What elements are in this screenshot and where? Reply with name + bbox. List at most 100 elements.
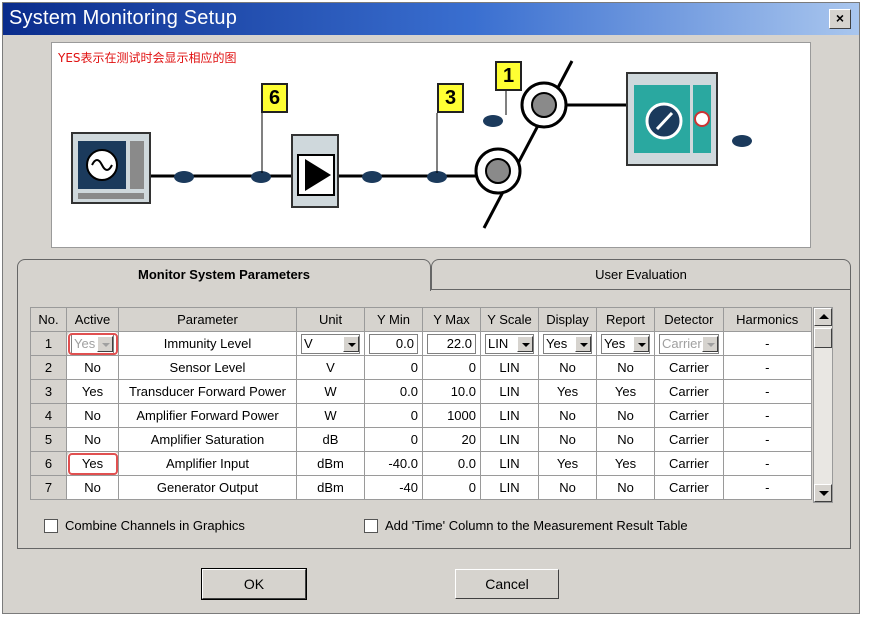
parameter-cell[interactable]: Transducer Forward Power: [118, 379, 297, 404]
table-row[interactable]: 5 No Amplifier Saturation dB 0 20 LIN No…: [30, 427, 812, 452]
active-cell[interactable]: Yes: [66, 331, 119, 356]
col-header[interactable]: Harmonics: [722, 307, 812, 332]
chevron-down-icon[interactable]: [701, 335, 718, 352]
parameter-cell[interactable]: Amplifier Input: [118, 451, 297, 476]
detector-cell[interactable]: Carrier: [654, 451, 724, 476]
active-cell[interactable]: Yes: [66, 451, 119, 476]
ymax-cell[interactable]: 0: [422, 355, 481, 380]
col-header[interactable]: No.: [30, 307, 67, 332]
ymin-input[interactable]: 0.0: [369, 333, 418, 354]
add-time-column-checkbox[interactable]: [364, 518, 378, 533]
harmonics-cell[interactable]: -: [722, 427, 812, 452]
display-cell[interactable]: No: [538, 403, 597, 428]
ymax-cell[interactable]: 22.0: [422, 331, 481, 356]
display-cell[interactable]: No: [538, 475, 597, 500]
ymax-input[interactable]: 22.0: [427, 333, 476, 354]
detector-cell[interactable]: Carrier: [654, 475, 724, 500]
yscale-cell[interactable]: LIN: [480, 331, 539, 356]
ymax-cell[interactable]: 1000: [422, 403, 481, 428]
chevron-down-icon[interactable]: [97, 335, 113, 352]
table-row[interactable]: 1 Yes Immunity Level V 0.0 22.0 LIN Yes …: [30, 331, 812, 356]
yscale-dropdown[interactable]: LIN: [485, 333, 534, 354]
scroll-down-button[interactable]: [814, 484, 832, 502]
col-header[interactable]: Unit: [296, 307, 365, 332]
report-cell[interactable]: No: [596, 403, 655, 428]
harmonics-cell[interactable]: -: [722, 355, 812, 380]
active-cell[interactable]: No: [66, 403, 119, 428]
cancel-button[interactable]: Cancel: [455, 569, 559, 599]
col-header[interactable]: Detector: [654, 307, 724, 332]
ok-button[interactable]: OK: [201, 568, 307, 600]
display-cell[interactable]: Yes: [538, 379, 597, 404]
yscale-cell[interactable]: LIN: [480, 451, 539, 476]
col-header[interactable]: Report: [596, 307, 655, 332]
tab-user-evaluation[interactable]: User Evaluation: [431, 259, 851, 289]
title-bar[interactable]: System Monitoring Setup ×: [3, 3, 859, 35]
unit-cell[interactable]: dBm: [296, 475, 365, 500]
unit-cell[interactable]: dB: [296, 427, 365, 452]
ymin-cell[interactable]: -40: [364, 475, 423, 500]
yscale-cell[interactable]: LIN: [480, 355, 539, 380]
detector-dropdown[interactable]: Carrier: [659, 333, 719, 354]
ymin-cell[interactable]: -40.0: [364, 451, 423, 476]
detector-cell[interactable]: Carrier: [654, 379, 724, 404]
yscale-cell[interactable]: LIN: [480, 379, 539, 404]
report-cell[interactable]: No: [596, 475, 655, 500]
ymin-cell[interactable]: 0.0: [364, 379, 423, 404]
detector-cell[interactable]: Carrier: [654, 403, 724, 428]
active-cell[interactable]: Yes: [66, 379, 119, 404]
active-dropdown[interactable]: Yes: [71, 333, 114, 354]
unit-cell[interactable]: dBm: [296, 451, 365, 476]
parameter-cell[interactable]: Immunity Level: [118, 331, 297, 356]
parameter-cell[interactable]: Amplifier Saturation: [118, 427, 297, 452]
report-cell[interactable]: No: [596, 427, 655, 452]
report-dropdown[interactable]: Yes: [601, 333, 650, 354]
report-cell[interactable]: No: [596, 355, 655, 380]
unit-cell[interactable]: W: [296, 379, 365, 404]
table-row[interactable]: 4 No Amplifier Forward Power W 0 1000 LI…: [30, 403, 812, 428]
ymax-cell[interactable]: 10.0: [422, 379, 481, 404]
ymax-cell[interactable]: 20: [422, 427, 481, 452]
harmonics-cell[interactable]: -: [722, 475, 812, 500]
unit-cell[interactable]: V: [296, 331, 365, 356]
scroll-up-button[interactable]: [814, 308, 832, 326]
chevron-down-icon[interactable]: [343, 335, 359, 352]
unit-dropdown[interactable]: V: [301, 333, 360, 354]
detector-cell[interactable]: Carrier: [654, 427, 724, 452]
chevron-down-icon[interactable]: [575, 335, 591, 352]
detector-cell[interactable]: Carrier: [654, 331, 724, 356]
table-row[interactable]: 2 No Sensor Level V 0 0 LIN No No Carrie…: [30, 355, 812, 380]
col-header[interactable]: Y Max: [422, 307, 481, 332]
ymax-cell[interactable]: 0: [422, 475, 481, 500]
active-cell[interactable]: No: [66, 475, 119, 500]
table-scrollbar[interactable]: [813, 307, 833, 503]
unit-cell[interactable]: W: [296, 403, 365, 428]
ymin-cell[interactable]: 0: [364, 355, 423, 380]
col-header[interactable]: Display: [538, 307, 597, 332]
parameter-cell[interactable]: Sensor Level: [118, 355, 297, 380]
display-cell[interactable]: No: [538, 427, 597, 452]
active-cell[interactable]: No: [66, 427, 119, 452]
display-cell[interactable]: Yes: [538, 331, 597, 356]
col-header[interactable]: Parameter: [118, 307, 297, 332]
close-button[interactable]: ×: [829, 9, 851, 29]
harmonics-cell[interactable]: -: [722, 331, 812, 356]
unit-cell[interactable]: V: [296, 355, 365, 380]
add-time-column-option[interactable]: Add 'Time' Column to the Measurement Res…: [364, 518, 688, 533]
harmonics-cell[interactable]: -: [722, 379, 812, 404]
yscale-cell[interactable]: LIN: [480, 427, 539, 452]
detector-cell[interactable]: Carrier: [654, 355, 724, 380]
report-cell[interactable]: Yes: [596, 331, 655, 356]
harmonics-cell[interactable]: -: [722, 403, 812, 428]
chevron-down-icon[interactable]: [633, 335, 649, 352]
col-header[interactable]: Active: [66, 307, 119, 332]
report-cell[interactable]: Yes: [596, 451, 655, 476]
display-cell[interactable]: Yes: [538, 451, 597, 476]
ymin-cell[interactable]: 0.0: [364, 331, 423, 356]
parameter-cell[interactable]: Amplifier Forward Power: [118, 403, 297, 428]
table-row[interactable]: 6 Yes Amplifier Input dBm -40.0 0.0 LIN …: [30, 451, 812, 476]
chevron-down-icon[interactable]: [517, 335, 533, 352]
col-header[interactable]: Y Min: [364, 307, 423, 332]
harmonics-cell[interactable]: -: [722, 451, 812, 476]
display-cell[interactable]: No: [538, 355, 597, 380]
